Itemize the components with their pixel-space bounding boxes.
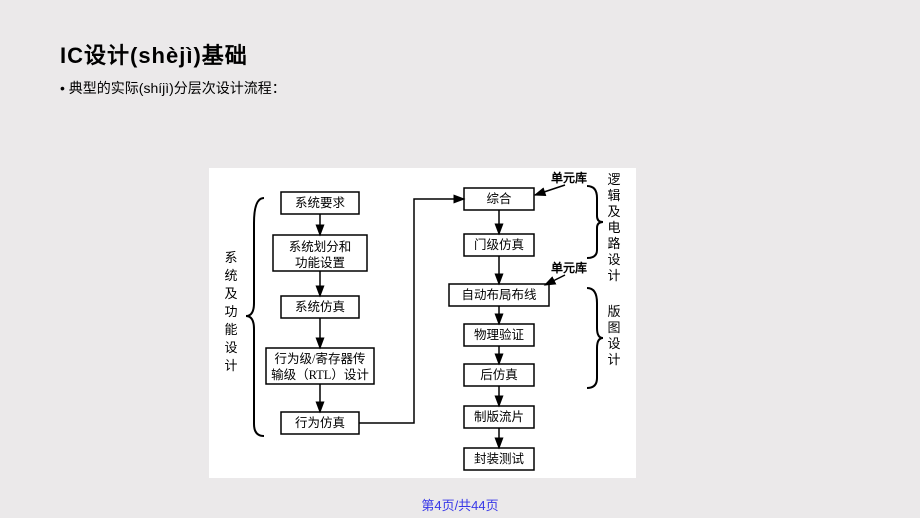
flow-diagram: 系统要求 系统划分和 功能设置 系统仿真 行为级/寄存器传 输级（RTL）设计 … [209, 168, 636, 478]
svg-text:及: 及 [224, 286, 237, 301]
svg-text:行为级/寄存器传: 行为级/寄存器传 [275, 351, 366, 366]
page-title: IC设计(shèjì)基础 [60, 38, 248, 70]
svg-text:版: 版 [607, 304, 620, 319]
box-post-sim: 后仿真 [480, 368, 518, 382]
box-system-sim: 系统仿真 [295, 300, 345, 314]
anno-lib-2: 单元库 [551, 260, 587, 275]
svg-text:计: 计 [607, 268, 620, 283]
box-pnr: 自动布局布线 [461, 288, 537, 302]
svg-text:电: 电 [607, 220, 620, 235]
svg-text:计: 计 [224, 358, 237, 373]
svg-text:输级（RTL）设计: 输级（RTL）设计 [271, 367, 369, 382]
svg-text:图: 图 [607, 320, 620, 335]
svg-text:设: 设 [224, 340, 237, 355]
svg-text:路: 路 [607, 236, 620, 251]
svg-text:统: 统 [224, 268, 237, 283]
box-package-test: 封装测试 [474, 451, 525, 466]
svg-text:计: 计 [607, 352, 620, 367]
svg-text:功: 功 [224, 304, 237, 319]
anno-lib-1: 单元库 [551, 170, 587, 185]
box-phys-verify: 物理验证 [474, 327, 525, 342]
bullet-text: • 典型的实际(shíjì)分层次设计流程： [60, 78, 286, 98]
svg-text:系统划分和: 系统划分和 [289, 240, 352, 254]
box-tapeout: 制版流片 [474, 410, 524, 424]
page-footer: 第4页/共44页 [421, 495, 498, 514]
box-system-requirement: 系统要求 [295, 196, 346, 210]
svg-text:逻: 逻 [607, 172, 620, 187]
box-synthesis: 综合 [486, 191, 512, 206]
box-gate-sim: 门级仿真 [474, 237, 524, 252]
svg-text:设: 设 [607, 336, 620, 351]
svg-text:辑: 辑 [607, 188, 620, 203]
box-behavior-sim: 行为仿真 [295, 416, 345, 430]
svg-text:功能设置: 功能设置 [295, 255, 345, 270]
svg-text:系: 系 [224, 250, 237, 265]
svg-text:设: 设 [607, 252, 620, 267]
svg-text:能: 能 [224, 322, 237, 337]
svg-text:及: 及 [607, 204, 620, 219]
